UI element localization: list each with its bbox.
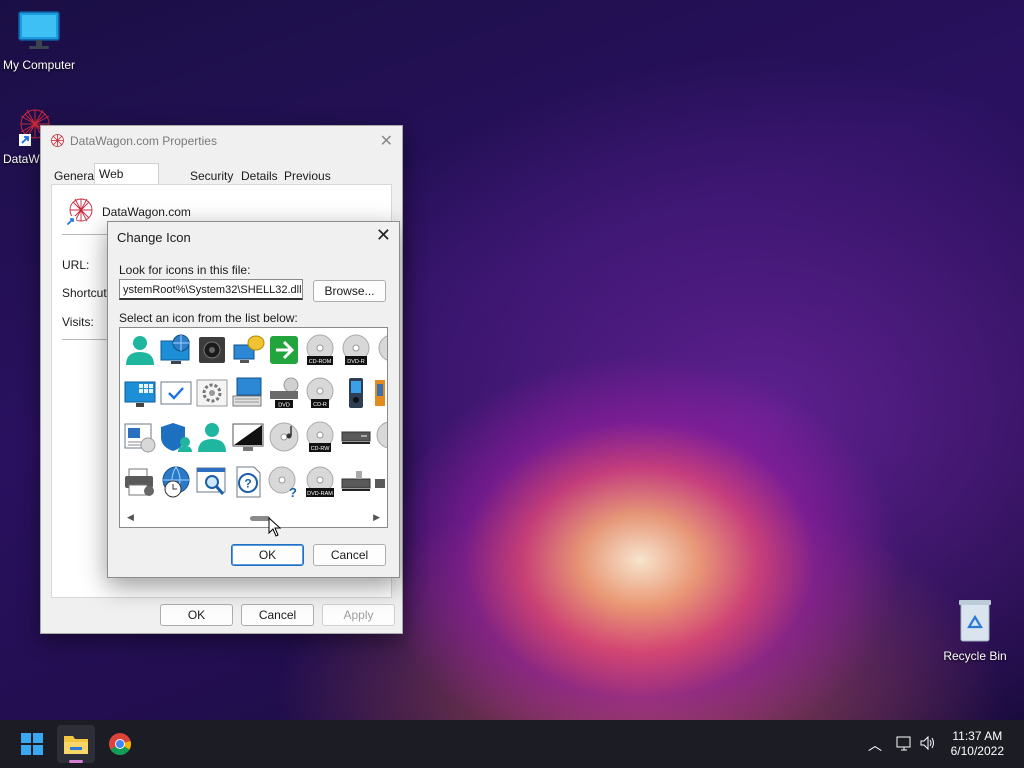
visits-label: Visits: (62, 315, 94, 329)
search-window-icon[interactable] (195, 465, 229, 499)
chrome-button[interactable] (101, 725, 139, 763)
help-document-icon[interactable]: ? (231, 465, 265, 499)
tab-previous-versions[interactable]: Previous Versions (280, 167, 335, 201)
taskbar: ︿ 11:37 AM 6/10/2022 (0, 720, 1024, 768)
globe-clock-icon[interactable] (159, 465, 193, 499)
desktop-icon-my-computer[interactable]: My Computer (0, 10, 81, 72)
user-icon[interactable] (123, 333, 157, 367)
close-icon[interactable]: ✕ (376, 225, 391, 246)
drive-icon[interactable] (339, 465, 373, 499)
clock-time: 11:37 AM (952, 729, 1003, 743)
icon-file-input[interactable]: ystemRoot%\System32\SHELL32.dll (119, 279, 303, 300)
horizontal-scrollbar[interactable]: ◀ ▶ (121, 510, 386, 526)
windows-logo-icon (21, 733, 43, 755)
datawagon-small-icon (50, 133, 65, 151)
select-label: Select an icon from the list below: (119, 311, 298, 325)
start-button[interactable] (13, 725, 51, 763)
shield-user-icon[interactable] (159, 420, 193, 454)
cd-r-drive-icon[interactable]: CD-R (303, 376, 337, 410)
dvd-drive-icon[interactable]: DVD (267, 376, 301, 410)
monitor-icon (0, 10, 81, 55)
cd-rw-drive-icon[interactable]: CD-RW (303, 420, 337, 454)
keyboard-computer-icon[interactable] (231, 376, 265, 410)
music-disc-icon[interactable] (267, 420, 301, 454)
ok-button[interactable]: OK (231, 544, 304, 566)
ok-button[interactable]: OK (160, 604, 233, 626)
file-explorer-button[interactable] (57, 725, 95, 763)
svg-text:CD-ROM: CD-ROM (309, 359, 332, 365)
svg-text:DVD: DVD (278, 403, 290, 409)
dvd-ram-drive-icon[interactable]: DVD-RAM (303, 465, 337, 499)
properties-title-bar[interactable]: DataWagon.com Properties ✕ (41, 126, 402, 156)
drive-icon[interactable] (375, 465, 387, 499)
desktop-apps-icon[interactable] (123, 376, 157, 410)
clock-date: 6/10/2022 (950, 744, 1004, 758)
tab-web-document[interactable]: Web Document (94, 163, 159, 201)
display-icon[interactable] (231, 420, 265, 454)
drive-icon[interactable] (339, 420, 373, 454)
network-computer-icon[interactable] (159, 333, 193, 367)
active-app-indicator (69, 760, 83, 763)
document-disc-icon[interactable] (123, 420, 157, 454)
chrome-icon (109, 733, 131, 755)
dvd-r-drive-icon[interactable]: DVD-R (339, 333, 373, 367)
svg-text:?: ? (244, 477, 251, 491)
cd-rom-drive-icon[interactable]: CD-ROM (303, 333, 337, 367)
settings-gear-icon[interactable] (195, 376, 229, 410)
change-icon-dialog: Change Icon ✕ Look for icons in this fil… (107, 221, 400, 578)
desktop-icon-label: My Computer (2, 58, 76, 72)
icon-list[interactable]: CD-ROM DVD-R DVD CD-R CD-RW ? ? DVD-RAM … (119, 327, 388, 528)
file-label: Look for icons in this file: (119, 263, 251, 277)
apply-button[interactable]: Apply (322, 604, 395, 626)
volume-icon[interactable] (919, 734, 937, 755)
shortcut-name: DataWagon.com (102, 205, 191, 219)
scroll-left-icon[interactable]: ◀ (127, 512, 134, 523)
mouse-cursor-icon (268, 516, 282, 540)
disc-icon[interactable] (375, 333, 387, 367)
svg-text:?: ? (289, 485, 297, 499)
desktop-icon-recycle-bin[interactable]: Recycle Bin (933, 597, 1017, 663)
user-icon[interactable] (195, 420, 229, 454)
desktop-icon-label: Recycle Bin (943, 649, 1007, 663)
folder-icon (64, 736, 88, 754)
svg-text:CD-R: CD-R (313, 402, 327, 408)
media-player-icon[interactable] (339, 376, 373, 410)
cancel-button[interactable]: Cancel (241, 604, 314, 626)
close-icon[interactable]: ✕ (380, 131, 393, 151)
chevron-up-icon[interactable]: ︿ (868, 735, 882, 755)
dialog-title: Change Icon (117, 230, 191, 245)
properties-title: DataWagon.com Properties (70, 134, 217, 148)
browse-button[interactable]: Browse... (313, 280, 386, 302)
svg-text:CD-RW: CD-RW (311, 446, 331, 452)
system-clock[interactable]: 11:37 AM 6/10/2022 (951, 729, 1004, 759)
tab-details[interactable]: Details (237, 167, 282, 185)
help-computer-icon[interactable] (231, 333, 265, 367)
disc-help-icon[interactable]: ? (267, 465, 301, 500)
tab-security[interactable]: Security (186, 167, 237, 185)
web-shortcut-icon (63, 196, 95, 231)
printer-icon[interactable] (123, 465, 157, 499)
network-icon[interactable] (895, 734, 913, 755)
svg-text:DVD-RAM: DVD-RAM (307, 491, 333, 497)
recycle-bin-icon (933, 597, 1017, 646)
arrow-right-icon[interactable] (267, 333, 301, 367)
svg-text:DVD-R: DVD-R (347, 359, 364, 365)
cancel-button[interactable]: Cancel (313, 544, 386, 566)
speaker-icon[interactable] (195, 333, 229, 367)
scrollbar-thumb[interactable] (250, 516, 270, 521)
url-label: URL: (62, 258, 90, 272)
device-icon[interactable] (375, 376, 387, 410)
scroll-right-icon[interactable]: ▶ (373, 512, 380, 523)
disc-icon[interactable] (375, 420, 387, 454)
checkbox-window-icon[interactable] (159, 376, 193, 410)
